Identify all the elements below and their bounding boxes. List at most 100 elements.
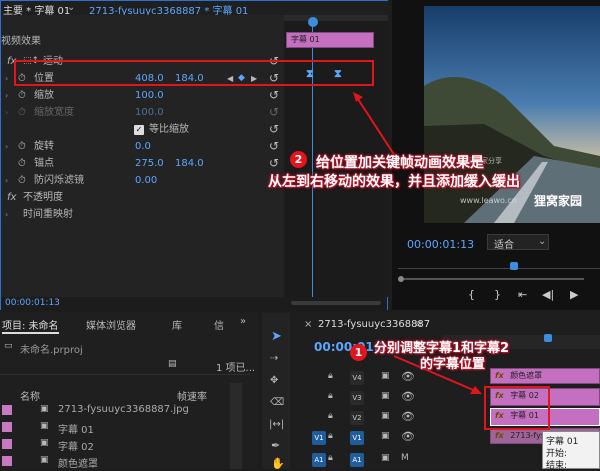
track-v1-toggle[interactable]: V1 xyxy=(350,431,364,445)
ec-timecode[interactable]: 00:00:01:13 xyxy=(5,298,60,308)
selection-tool-icon[interactable]: ➤ xyxy=(271,329,282,344)
source-tab[interactable]: 主要 * 字幕 01 xyxy=(3,2,70,15)
lock-icon[interactable]: 🔒︎ xyxy=(328,431,333,441)
source-a1-patch[interactable]: A1 xyxy=(312,453,326,467)
callout-text-2b: 从左到右移动的效果，并且添加缓入缓出 xyxy=(268,174,520,190)
lock-icon[interactable]: 🔒︎ xyxy=(328,371,333,381)
antiflicker-value[interactable]: 0.00 xyxy=(135,172,157,189)
sync-lock-icon[interactable]: ▣ xyxy=(381,453,390,463)
track-v3-toggle[interactable]: V3 xyxy=(350,391,364,405)
play-icon[interactable]: ▶ xyxy=(570,288,578,301)
rotation-row[interactable]: › ⏱ 旋转 0.0 ↺ xyxy=(1,138,283,155)
time-ruler[interactable] xyxy=(284,15,388,21)
razor-tool-icon[interactable]: ⌫ xyxy=(270,397,284,408)
stopwatch-icon[interactable]: ⏱ xyxy=(18,87,26,104)
expand-triangle-icon[interactable]: › xyxy=(5,172,8,189)
opacity-row[interactable]: fx 不透明度 xyxy=(1,189,283,206)
mark-out-icon[interactable]: } xyxy=(494,288,501,301)
timeline-playhead[interactable] xyxy=(544,334,552,342)
fit-dropdown[interactable]: 适合 ⌄ xyxy=(487,234,549,251)
stopwatch-icon: ⏱ xyxy=(18,107,26,118)
list-item[interactable]: ▣ 字幕 02 xyxy=(0,437,228,454)
pen-tool-icon[interactable]: ✒ xyxy=(271,439,280,452)
new-bin-icon[interactable]: ▤ xyxy=(168,359,177,369)
menu-icon[interactable]: ≡ xyxy=(414,319,422,330)
ripple-edit-tool-icon[interactable]: ✥ xyxy=(270,375,278,386)
matte-file-icon: ▣ xyxy=(40,455,49,465)
close-icon[interactable]: × xyxy=(304,319,312,330)
project-scrollbar[interactable] xyxy=(230,383,242,469)
ec-zoom-scrollbar[interactable] xyxy=(291,301,381,305)
sync-lock-icon[interactable]: ▣ xyxy=(381,371,390,381)
clip-selector[interactable]: 2713-fysuuyc3368887 * 字幕 01 xyxy=(89,2,248,15)
list-item[interactable]: ▣ 2713-fysuuyc3368887.jpg xyxy=(0,403,228,420)
tab-media-browser[interactable]: 媒体浏览器 xyxy=(86,317,136,332)
expand-triangle-icon[interactable]: › xyxy=(5,87,8,104)
program-zoom-bar[interactable] xyxy=(404,278,584,280)
mute-icon[interactable]: M xyxy=(401,453,409,463)
slip-tool-icon[interactable]: |↔| xyxy=(269,419,284,430)
label-color-swatch xyxy=(2,439,12,449)
anchor-x-value[interactable]: 275.0 xyxy=(135,155,164,172)
callout-text-2a: 给位置加关键帧动画效果是 xyxy=(316,155,484,171)
go-to-in-icon[interactable]: ⇤ xyxy=(518,288,527,301)
anchor-y-value[interactable]: 184.0 xyxy=(175,155,204,172)
fx-badge-icon: fx xyxy=(495,431,504,440)
uniform-scale-row[interactable]: ✓ 等比缩放 ↺ xyxy=(1,121,283,138)
mark-in-icon[interactable]: { xyxy=(468,288,475,301)
scale-value[interactable]: 100.0 xyxy=(135,87,164,104)
anchor-row[interactable]: ⏱ 锚点 275.0 184.0 ↺ xyxy=(1,155,283,172)
track-a1-toggle[interactable]: A1 xyxy=(350,453,364,467)
program-playhead[interactable] xyxy=(510,262,518,270)
list-item[interactable]: ▣ 颜色遮罩 xyxy=(0,454,228,469)
lock-icon[interactable]: 🔒︎ xyxy=(328,453,333,463)
track-v2-toggle[interactable]: V2 xyxy=(350,411,364,425)
expand-triangle-icon[interactable]: › xyxy=(5,70,8,87)
track-v4-toggle[interactable]: V4 xyxy=(350,371,364,385)
project-tabbar: 项目: 未命名 媒体浏览器 库 信 » xyxy=(0,315,258,334)
reset-icon[interactable]: ↺ xyxy=(269,155,279,172)
time-remap-row[interactable]: › 时间重映射 xyxy=(1,206,283,223)
reset-icon[interactable]: ↺ xyxy=(269,121,279,138)
hand-tool-icon[interactable]: ✋ xyxy=(271,457,285,470)
rotation-value[interactable]: 0.0 xyxy=(135,138,151,155)
reset-icon: ↺ xyxy=(269,105,280,119)
stopwatch-icon[interactable]: ⏱ xyxy=(18,172,26,189)
antiflicker-row[interactable]: › ⏱ 防闪烁滤镜 0.00 ↺ xyxy=(1,172,283,189)
uniform-scale-checkbox[interactable]: ✓ xyxy=(134,125,144,135)
track-a1-header: A1 🔒︎ A1 ▣ M xyxy=(294,452,442,469)
track-select-tool-icon[interactable]: ⇢ xyxy=(270,353,278,364)
lock-icon[interactable]: 🔒︎ xyxy=(328,391,333,401)
list-item[interactable]: ▣ 字幕 01 xyxy=(0,420,228,437)
playhead-handle[interactable] xyxy=(308,17,318,27)
expand-triangle-icon[interactable]: › xyxy=(5,206,8,223)
sync-lock-icon[interactable]: ▣ xyxy=(381,391,390,401)
more-icon[interactable]: » xyxy=(240,316,246,327)
expand-triangle-icon: › xyxy=(5,108,9,117)
clip-tooltip: 字幕 01 开始: 结束: xyxy=(542,431,600,471)
tab-library[interactable]: 库 xyxy=(172,317,182,332)
sync-lock-icon[interactable]: ▣ xyxy=(381,411,390,421)
stopwatch-icon[interactable]: ⏱ xyxy=(18,155,26,172)
eye-icon[interactable]: 👁︎ xyxy=(401,430,415,443)
watermark-brand: 狸窝家园 xyxy=(534,194,583,208)
ec-clip-bar[interactable]: 字幕 01 xyxy=(286,32,374,48)
lock-icon[interactable]: 🔒︎ xyxy=(328,411,333,421)
program-ruler[interactable] xyxy=(398,262,600,272)
tab-info[interactable]: 信 xyxy=(214,317,224,332)
reset-icon[interactable]: ↺ xyxy=(269,138,279,155)
item-count: 1 项已... xyxy=(216,363,256,374)
reset-icon[interactable]: ↺ xyxy=(269,87,279,104)
program-timecode[interactable]: 00:00:01:13 xyxy=(407,238,474,251)
eye-icon[interactable]: 👁︎ xyxy=(401,410,415,423)
tab-project[interactable]: 项目: 未命名 xyxy=(2,317,59,334)
scale-row[interactable]: › ⏱ 缩放 100.0 ↺ xyxy=(1,87,283,104)
sync-lock-icon[interactable]: ▣ xyxy=(381,431,390,441)
expand-triangle-icon[interactable]: › xyxy=(5,138,8,155)
position-highlight-box xyxy=(14,60,374,86)
step-back-icon[interactable]: ◀| xyxy=(542,288,554,301)
source-v1-patch[interactable]: V1 xyxy=(312,431,326,445)
stopwatch-icon[interactable]: ⏱ xyxy=(18,138,26,155)
chevron-down-icon[interactable]: ⌄ xyxy=(67,2,75,13)
clip-color-matte[interactable]: fx 颜色遮罩 xyxy=(490,368,600,384)
